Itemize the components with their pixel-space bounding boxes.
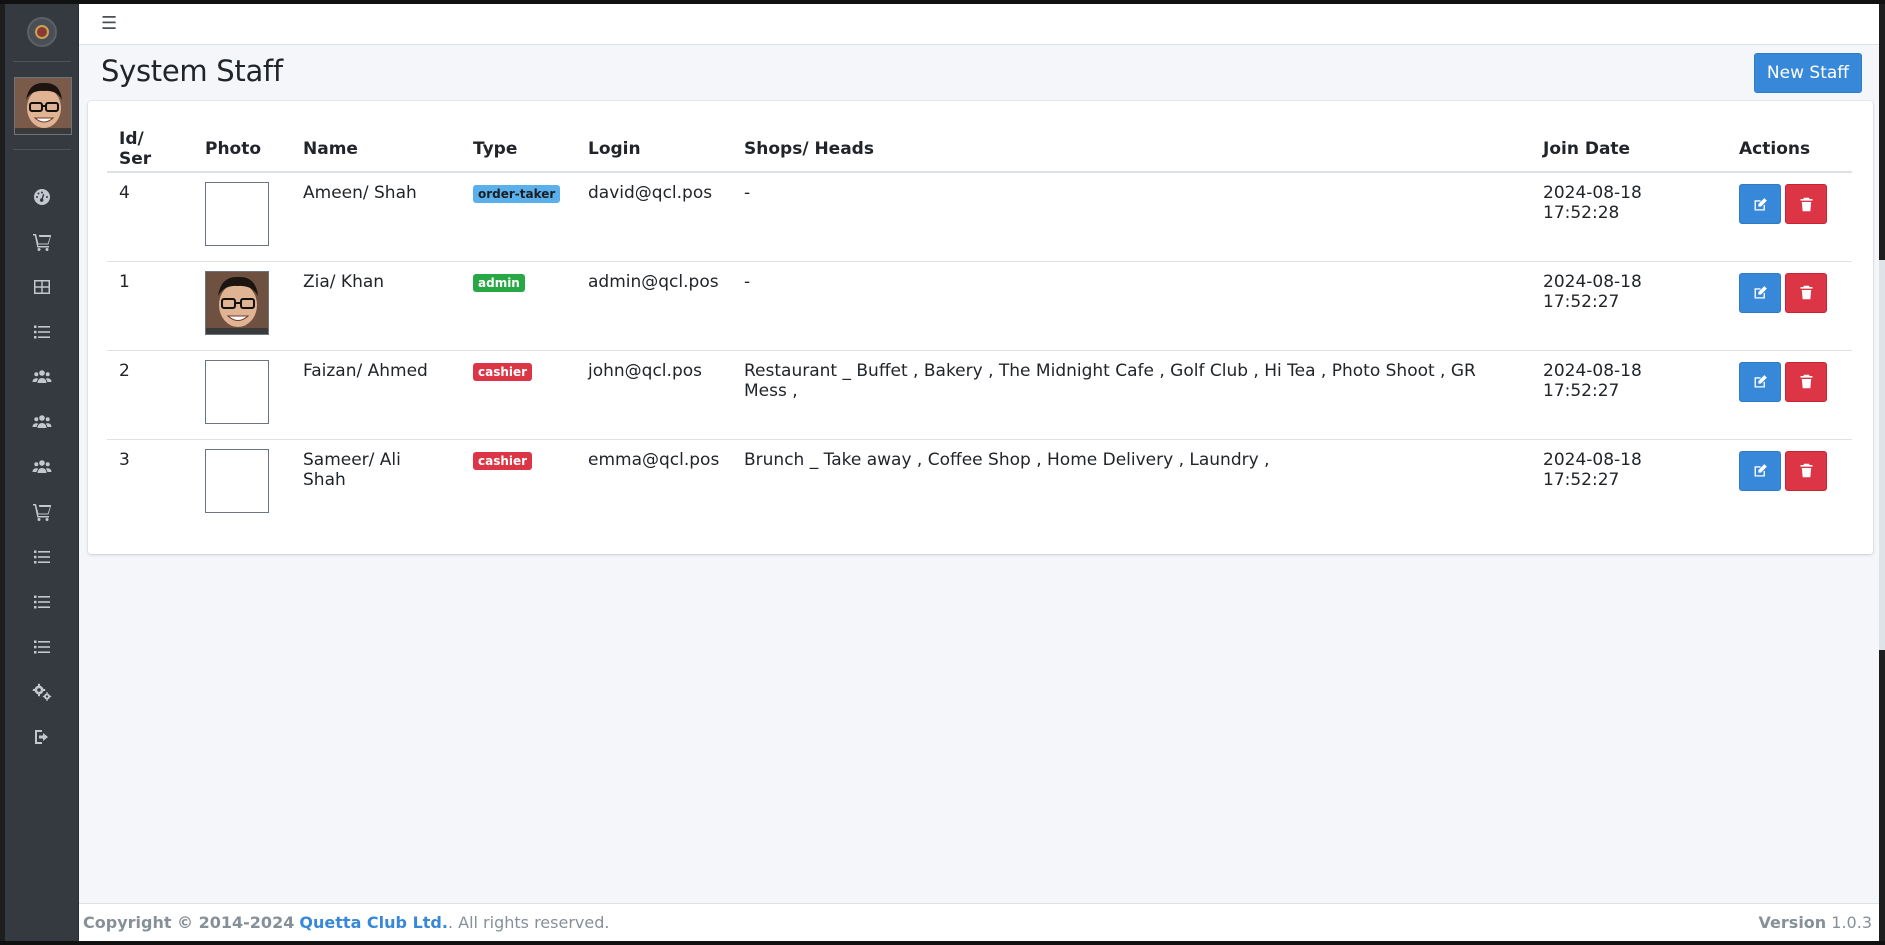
trash-icon (1800, 285, 1812, 300)
staff-join-date: 2024-08-18 17:52:27 (1543, 449, 1642, 490)
table-row: 4 Ameen/ Shah order-taker david@qcl.pos … (107, 172, 1852, 262)
edit-button[interactable] (1739, 272, 1781, 313)
edit-button[interactable] (1739, 361, 1781, 402)
delete-button[interactable] (1785, 361, 1827, 402)
table-header-row: Id/ Ser Photo Name Type Login Shops/ Hea… (107, 126, 1852, 173)
list-icon[interactable] (5, 579, 79, 624)
list-icon[interactable] (5, 309, 79, 354)
cart-icon[interactable] (5, 219, 79, 264)
new-staff-button[interactable]: New Staff (1753, 53, 1862, 93)
copyright-text: Copyright © 2014-2024 (83, 913, 295, 932)
staff-shops: - (732, 172, 1531, 262)
sidebar-divider (13, 149, 71, 150)
staff-name: Zia/ Khan (291, 261, 461, 351)
trash-icon (1800, 374, 1812, 389)
staff-type-badge: cashier (473, 362, 533, 381)
staff-photo-empty (205, 448, 269, 513)
staff-card: Id/ Ser Photo Name Type Login Shops/ Hea… (88, 101, 1873, 554)
sidebar-divider (13, 61, 71, 62)
staff-id: 2 (107, 350, 193, 440)
edit-icon (1754, 286, 1767, 299)
staff-login: david@qcl.pos (576, 172, 732, 262)
staff-name: Faizan/ Ahmed (291, 350, 461, 440)
brand-logo[interactable] (27, 17, 57, 47)
logout-icon[interactable] (5, 714, 79, 759)
staff-shops: Brunch _ Take away , Coffee Shop , Home … (744, 449, 1270, 470)
trash-icon (1800, 463, 1812, 478)
row-actions (1739, 450, 1840, 491)
staff-type-badge: admin (473, 273, 525, 292)
staff-login: admin@qcl.pos (576, 261, 732, 351)
staff-type-badge: cashier (473, 451, 533, 470)
menu-toggle-icon[interactable]: ☰ (101, 14, 117, 32)
trash-icon (1800, 197, 1812, 211)
col-shops-header[interactable]: Shops/ Heads (732, 126, 1531, 173)
table-row: 2 Faizan/ Ahmed cashier john@qcl.pos Res… (107, 350, 1852, 440)
staff-join-date: 2024-08-18 17:52:27 (1531, 350, 1727, 440)
version-label: Version (1758, 913, 1827, 932)
delete-button[interactable] (1785, 184, 1827, 224)
footer-copyright: Copyright © 2014-2024 Quetta Club Ltd.. … (83, 913, 609, 932)
sidebar-nav (5, 174, 79, 759)
staff-id: 4 (107, 172, 193, 262)
staff-join-date: 2024-08-18 17:52:27 (1531, 261, 1727, 351)
user-avatar[interactable] (14, 77, 72, 135)
staff-photo (205, 270, 269, 335)
edit-icon (1754, 375, 1767, 388)
delete-button[interactable] (1785, 450, 1827, 491)
edit-icon (1754, 197, 1767, 210)
staff-login: emma@qcl.pos (588, 449, 720, 470)
version-number: 1.0.3 (1831, 913, 1872, 932)
col-type-header[interactable]: Type (461, 126, 576, 173)
dashboard-icon[interactable] (5, 174, 79, 219)
list-icon[interactable] (5, 624, 79, 669)
row-actions (1739, 272, 1840, 313)
staff-type-badge: order-taker (473, 185, 561, 203)
staff-photo-empty (205, 359, 269, 424)
col-actions-header: Actions (1727, 126, 1852, 173)
staff-join-date: 2024-08-18 17:52:28 (1531, 172, 1727, 262)
staff-table: Id/ Ser Photo Name Type Login Shops/ Hea… (107, 126, 1852, 528)
footer: Copyright © 2014-2024 Quetta Club Ltd.. … (79, 903, 1879, 941)
settings-icon[interactable] (5, 669, 79, 714)
top-navbar: ☰ (79, 4, 1879, 45)
edit-icon (1754, 464, 1767, 477)
sidebar (5, 4, 79, 941)
table-row: 3 Sameer/ Ali Shah cashier emma@qcl.pos … (107, 439, 1852, 528)
col-id-header[interactable]: Id/ Ser (107, 126, 193, 173)
col-login-header[interactable]: Login (576, 126, 732, 173)
staff-photo-empty (205, 182, 269, 246)
col-name-header[interactable]: Name (291, 126, 461, 173)
staff-name: Sameer/ Ali Shah (303, 449, 401, 490)
staff-login: john@qcl.pos (576, 350, 732, 440)
staff-id: 1 (107, 261, 193, 351)
main-content: ☰ System Staff New Staff Id/ Ser Photo N… (79, 4, 1879, 941)
staff-id: 3 (119, 449, 130, 470)
table-icon[interactable] (5, 264, 79, 309)
company-link[interactable]: Quetta Club Ltd. (299, 913, 448, 932)
edit-button[interactable] (1739, 450, 1781, 491)
col-photo-header[interactable]: Photo (193, 126, 291, 173)
staff-shops: Restaurant _ Buffet , Bakery , The Midni… (732, 350, 1531, 440)
users-icon[interactable] (5, 354, 79, 399)
footer-version: Version 1.0.3 (1759, 913, 1872, 932)
table-row: 1 Zia/ Khan admin admin@qcl.pos - 2024-0… (107, 261, 1852, 351)
staff-shops: - (732, 261, 1531, 351)
rights-text: . All rights reserved. (447, 913, 610, 932)
cart-icon[interactable] (5, 489, 79, 534)
page-title: System Staff (101, 54, 283, 88)
col-join-date-header[interactable]: Join Date (1531, 126, 1727, 173)
scrollbar[interactable] (1879, 260, 1885, 650)
edit-button[interactable] (1739, 184, 1781, 224)
staff-name: Ameen/ Shah (291, 172, 461, 262)
delete-button[interactable] (1785, 272, 1827, 313)
row-actions (1739, 184, 1840, 224)
list-icon[interactable] (5, 534, 79, 579)
users-icon[interactable] (5, 444, 79, 489)
row-actions (1739, 361, 1840, 402)
window-bottom-edge (0, 941, 1885, 945)
users-icon[interactable] (5, 399, 79, 444)
